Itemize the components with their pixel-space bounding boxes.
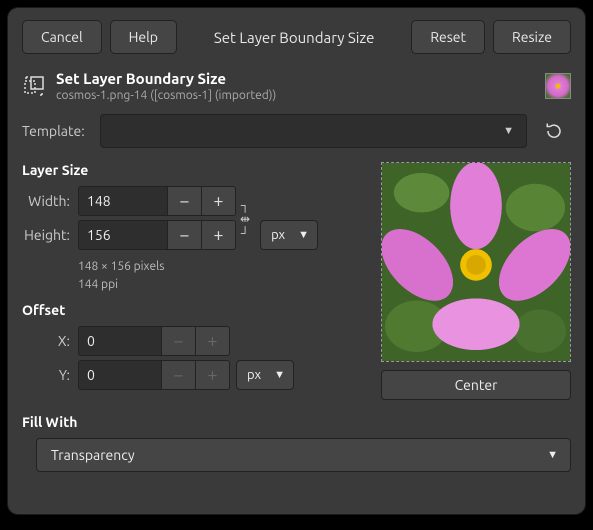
offset-y-label: Y: — [22, 367, 78, 383]
fill-with-label: Fill With — [22, 414, 571, 430]
offset-y-input[interactable] — [78, 360, 162, 390]
width-decrement-button[interactable]: − — [168, 186, 202, 216]
width-input[interactable] — [78, 186, 168, 216]
preview-image — [382, 163, 570, 361]
layer-size-label: Layer Size — [22, 162, 318, 178]
offset-y-decrement-button[interactable]: − — [162, 360, 196, 390]
offset-unit-value: px — [247, 368, 261, 382]
resize-layer-icon — [22, 74, 46, 98]
template-reset-button[interactable] — [537, 114, 571, 148]
height-increment-button[interactable]: + — [202, 220, 236, 250]
dimensions-text: 148 × 156 pixels — [78, 258, 318, 276]
size-unit-value: px — [271, 228, 285, 242]
size-unit-combo[interactable]: px ▼ — [260, 220, 318, 250]
offset-x-input[interactable] — [78, 326, 162, 356]
rotate-ccw-icon — [545, 122, 563, 140]
chevron-down-icon: ▼ — [503, 125, 514, 137]
aspect-link-toggle[interactable]: ┐ ⇹ ┘ — [236, 200, 254, 240]
preview-canvas[interactable] — [381, 162, 571, 362]
fill-with-combo[interactable]: Transparency ▼ — [36, 438, 571, 472]
width-increment-button[interactable]: + — [202, 186, 236, 216]
bracket-top-icon: ┐ — [241, 200, 250, 212]
offset-x-label: X: — [22, 333, 78, 349]
chain-broken-icon: ⇹ — [240, 214, 250, 226]
offset-label: Offset — [22, 302, 318, 318]
resize-button[interactable]: Resize — [493, 20, 571, 54]
offset-unit-combo[interactable]: px ▼ — [236, 360, 294, 390]
page-title: Set Layer Boundary Size — [56, 70, 535, 87]
cancel-button[interactable]: Cancel — [22, 20, 102, 54]
center-button[interactable]: Center — [381, 370, 571, 400]
chevron-down-icon: ▼ — [298, 229, 309, 241]
template-combo[interactable]: ▼ — [100, 114, 527, 148]
chevron-down-icon: ▼ — [274, 369, 285, 381]
height-label: Height: — [22, 227, 78, 243]
height-decrement-button[interactable]: − — [168, 220, 202, 250]
reset-button[interactable]: Reset — [411, 20, 485, 54]
offset-x-increment-button[interactable]: + — [196, 326, 230, 356]
offset-y-increment-button[interactable]: + — [196, 360, 230, 390]
fill-with-value: Transparency — [51, 447, 135, 463]
ppi-text: 144 ppi — [78, 276, 318, 294]
template-label: Template: — [22, 123, 90, 139]
chevron-down-icon: ▼ — [547, 449, 558, 461]
help-button[interactable]: Help — [110, 20, 177, 54]
width-label: Width: — [22, 193, 78, 209]
offset-x-decrement-button[interactable]: − — [162, 326, 196, 356]
height-input[interactable] — [78, 220, 168, 250]
dialog-title: Set Layer Boundary Size — [185, 29, 403, 46]
page-subtitle: cosmos-1.png-14 ([cosmos-1] (imported)) — [56, 89, 535, 102]
bracket-bottom-icon: ┘ — [241, 228, 250, 240]
layer-thumbnail-small — [545, 73, 571, 99]
